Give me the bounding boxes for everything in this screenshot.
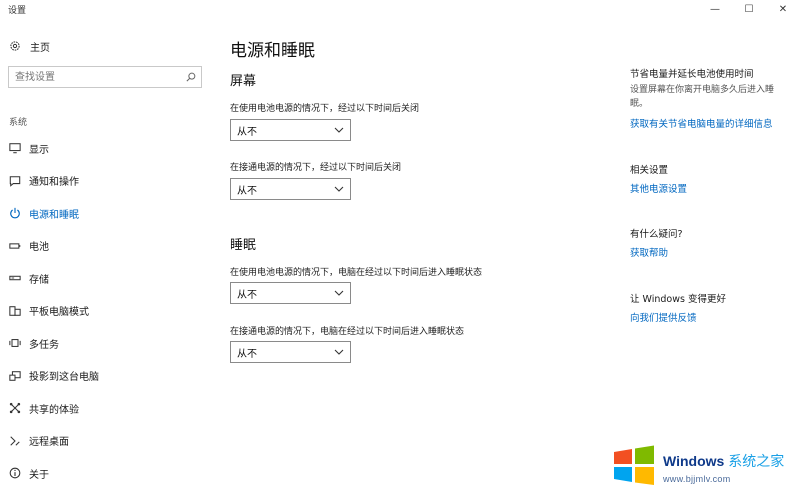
tablet-icon xyxy=(8,304,22,318)
watermark: Windows 系统之家 www.bjjmlv.com xyxy=(607,438,800,493)
screen-heading: 屏幕 xyxy=(230,74,257,89)
additional-power-settings-link[interactable]: 其他电源设置 xyxy=(630,181,687,195)
window-controls: — ☐ ✕ xyxy=(698,0,800,18)
search-icon[interactable] xyxy=(181,67,201,87)
sidebar: 主页 系统 显示 通知和操作 电源和睡眠 xyxy=(0,28,212,493)
sleep-plugged-dropdown[interactable]: 从不 xyxy=(230,341,351,363)
sidebar-item-remote-desktop[interactable]: 远程桌面 xyxy=(0,425,212,458)
sidebar-item-project[interactable]: 投影到这台电脑 xyxy=(0,360,212,393)
page-title: 电源和睡眠 xyxy=(230,41,315,61)
project-icon xyxy=(8,369,22,383)
sleep-battery-label: 在使用电池电源的情况下，电脑在经过以下时间后进入睡眠状态 xyxy=(230,268,483,278)
battery-icon xyxy=(8,239,22,253)
sleep-plugged-label: 在接通电源的情况下，电脑在经过以下时间后进入睡眠状态 xyxy=(230,327,465,337)
sidebar-item-label: 平板电脑模式 xyxy=(29,307,89,319)
sidebar-item-label: 通知和操作 xyxy=(29,177,79,189)
sidebar-nav: 显示 通知和操作 电源和睡眠 电池 存储 平板电脑模式 多任务 投影到这台电脑 … xyxy=(0,132,212,490)
screen-battery-label: 在使用电池电源的情况下，经过以下时间后关闭 xyxy=(230,104,420,114)
sidebar-item-display[interactable]: 显示 xyxy=(0,132,212,165)
get-help-link[interactable]: 获取帮助 xyxy=(630,245,668,259)
sleep-battery-dropdown[interactable]: 从不 xyxy=(230,282,351,304)
home-label: 主页 xyxy=(30,42,50,54)
sidebar-item-label: 多任务 xyxy=(29,339,59,351)
screen-plugged-label: 在接通电源的情况下，经过以下时间后关闭 xyxy=(230,163,402,173)
dropdown-value: 从不 xyxy=(237,348,257,360)
sidebar-item-label: 电源和睡眠 xyxy=(29,209,79,221)
watermark-brand-cn: 系统之家 xyxy=(728,453,785,469)
save-power-heading: 节省电量并延长电池使用时间 xyxy=(630,69,754,80)
screen-battery-dropdown[interactable]: 从不 xyxy=(230,119,351,141)
save-power-link[interactable]: 获取有关节省电脑电量的详细信息 xyxy=(630,116,773,130)
watermark-brand: Windows 系统之家 xyxy=(663,453,785,469)
info-icon xyxy=(8,466,22,480)
display-icon xyxy=(8,141,22,155)
title-bar: 设置 — ☐ ✕ xyxy=(0,0,800,28)
chevron-down-icon xyxy=(334,290,344,296)
chevron-down-icon xyxy=(334,186,344,192)
search-box xyxy=(8,66,202,88)
sleep-heading: 睡眠 xyxy=(230,238,257,253)
dropdown-value: 从不 xyxy=(237,289,257,301)
minimize-button[interactable]: — xyxy=(698,0,732,18)
feedback-heading: 让 Windows 变得更好 xyxy=(630,294,726,305)
maximize-button[interactable]: ☐ xyxy=(732,0,766,18)
chevron-down-icon xyxy=(334,127,344,133)
close-button[interactable]: ✕ xyxy=(766,0,800,18)
notification-icon xyxy=(8,174,22,188)
question-heading: 有什么疑问? xyxy=(630,229,683,240)
dropdown-value: 从不 xyxy=(237,126,257,138)
screen-plugged-dropdown[interactable]: 从不 xyxy=(230,178,351,200)
sidebar-item-about[interactable]: 关于 xyxy=(0,457,212,490)
power-icon xyxy=(8,206,22,220)
sidebar-item-label: 存储 xyxy=(29,274,49,286)
sidebar-item-label: 远程桌面 xyxy=(29,437,69,449)
sidebar-item-multitasking[interactable]: 多任务 xyxy=(0,327,212,360)
watermark-url: www.bjjmlv.com xyxy=(663,474,731,484)
sidebar-item-label: 电池 xyxy=(29,242,49,254)
save-power-description: 设置屏幕在你离开电脑多久后进入睡眠。 xyxy=(630,85,775,109)
sidebar-item-label: 投影到这台电脑 xyxy=(29,372,99,384)
sidebar-item-label: 关于 xyxy=(29,469,49,481)
app-title: 设置 xyxy=(8,6,27,16)
sidebar-item-notifications[interactable]: 通知和操作 xyxy=(0,165,212,198)
give-feedback-link[interactable]: 向我们提供反馈 xyxy=(630,310,697,324)
sidebar-item-power-sleep[interactable]: 电源和睡眠 xyxy=(0,197,212,230)
share-icon xyxy=(8,401,22,415)
windows-logo-icon xyxy=(614,445,654,485)
storage-icon xyxy=(8,271,22,285)
gear-icon xyxy=(10,41,20,51)
sidebar-item-storage[interactable]: 存储 xyxy=(0,262,212,295)
sidebar-item-tablet-mode[interactable]: 平板电脑模式 xyxy=(0,295,212,328)
sidebar-item-battery[interactable]: 电池 xyxy=(0,230,212,263)
sidebar-item-shared-experiences[interactable]: 共享的体验 xyxy=(0,392,212,425)
section-label-system: 系统 xyxy=(9,118,28,128)
home-link[interactable]: 主页 xyxy=(9,37,50,55)
search-input[interactable] xyxy=(9,67,181,87)
remote-desktop-icon xyxy=(8,434,22,448)
sidebar-item-label: 共享的体验 xyxy=(29,404,79,416)
chevron-down-icon xyxy=(334,349,344,355)
sidebar-item-label: 显示 xyxy=(29,144,49,156)
multitask-icon xyxy=(8,336,22,350)
dropdown-value: 从不 xyxy=(237,185,257,197)
related-settings-heading: 相关设置 xyxy=(630,165,669,176)
